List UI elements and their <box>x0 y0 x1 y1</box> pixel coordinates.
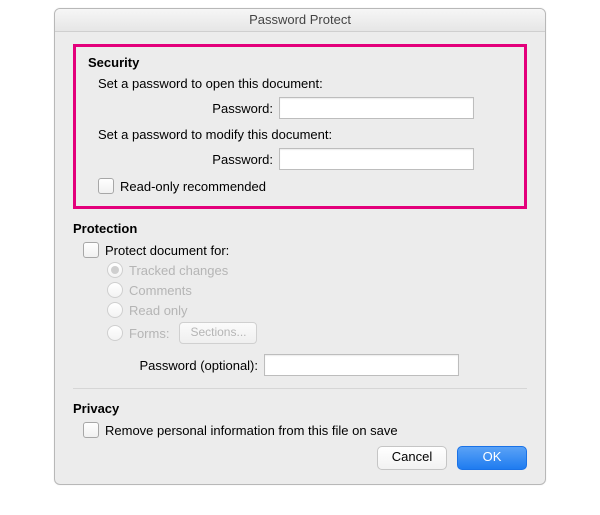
protection-radio-group: Tracked changes Comments Read only Forms… <box>107 262 527 344</box>
protection-password-row: Password (optional): <box>83 354 527 376</box>
remove-personal-info-label: Remove personal information from this fi… <box>105 423 398 438</box>
radio-comments: Comments <box>107 282 527 298</box>
readonly-recommended-checkbox[interactable] <box>98 178 114 194</box>
protect-document-for-row[interactable]: Protect document for: <box>83 242 527 258</box>
security-heading: Security <box>88 55 512 70</box>
radio-read-only-label: Read only <box>129 303 188 318</box>
protect-document-for-checkbox[interactable] <box>83 242 99 258</box>
modify-password-row: Password: <box>88 148 512 170</box>
protection-password-input[interactable] <box>264 354 459 376</box>
cancel-button[interactable]: Cancel <box>377 446 447 470</box>
radio-forms-label: Forms: <box>129 326 169 341</box>
radio-tracked-changes-label: Tracked changes <box>129 263 228 278</box>
remove-personal-info-row[interactable]: Remove personal information from this fi… <box>83 422 527 438</box>
radio-forms: Forms: Sections... <box>107 322 527 344</box>
radio-read-only-button <box>107 302 123 318</box>
protection-section: Protection Protect document for: Tracked… <box>73 221 527 376</box>
dialog-footer: Cancel OK <box>73 446 527 470</box>
sections-button: Sections... <box>179 322 257 344</box>
remove-personal-info-checkbox[interactable] <box>83 422 99 438</box>
modify-password-input[interactable] <box>279 148 474 170</box>
privacy-section: Privacy Remove personal information from… <box>73 401 527 438</box>
modify-password-label: Password: <box>88 152 279 167</box>
open-password-label: Password: <box>88 101 279 116</box>
open-password-prompt: Set a password to open this document: <box>98 76 512 91</box>
radio-comments-button <box>107 282 123 298</box>
protection-password-label: Password (optional): <box>83 358 264 373</box>
modify-password-prompt: Set a password to modify this document: <box>98 127 512 142</box>
readonly-recommended-label: Read-only recommended <box>120 179 266 194</box>
radio-read-only: Read only <box>107 302 527 318</box>
ok-button[interactable]: OK <box>457 446 527 470</box>
open-password-input[interactable] <box>279 97 474 119</box>
dialog-content: Security Set a password to open this doc… <box>55 32 545 484</box>
protect-document-for-label: Protect document for: <box>105 243 229 258</box>
window-title: Password Protect <box>55 9 545 32</box>
divider <box>73 388 527 389</box>
privacy-heading: Privacy <box>73 401 527 416</box>
protection-heading: Protection <box>73 221 527 236</box>
radio-forms-button <box>107 325 123 341</box>
readonly-recommended-row[interactable]: Read-only recommended <box>98 178 512 194</box>
security-section: Security Set a password to open this doc… <box>73 44 527 209</box>
password-protect-dialog: Password Protect Security Set a password… <box>54 8 546 485</box>
radio-tracked-changes: Tracked changes <box>107 262 527 278</box>
radio-comments-label: Comments <box>129 283 192 298</box>
open-password-row: Password: <box>88 97 512 119</box>
radio-tracked-changes-button <box>107 262 123 278</box>
